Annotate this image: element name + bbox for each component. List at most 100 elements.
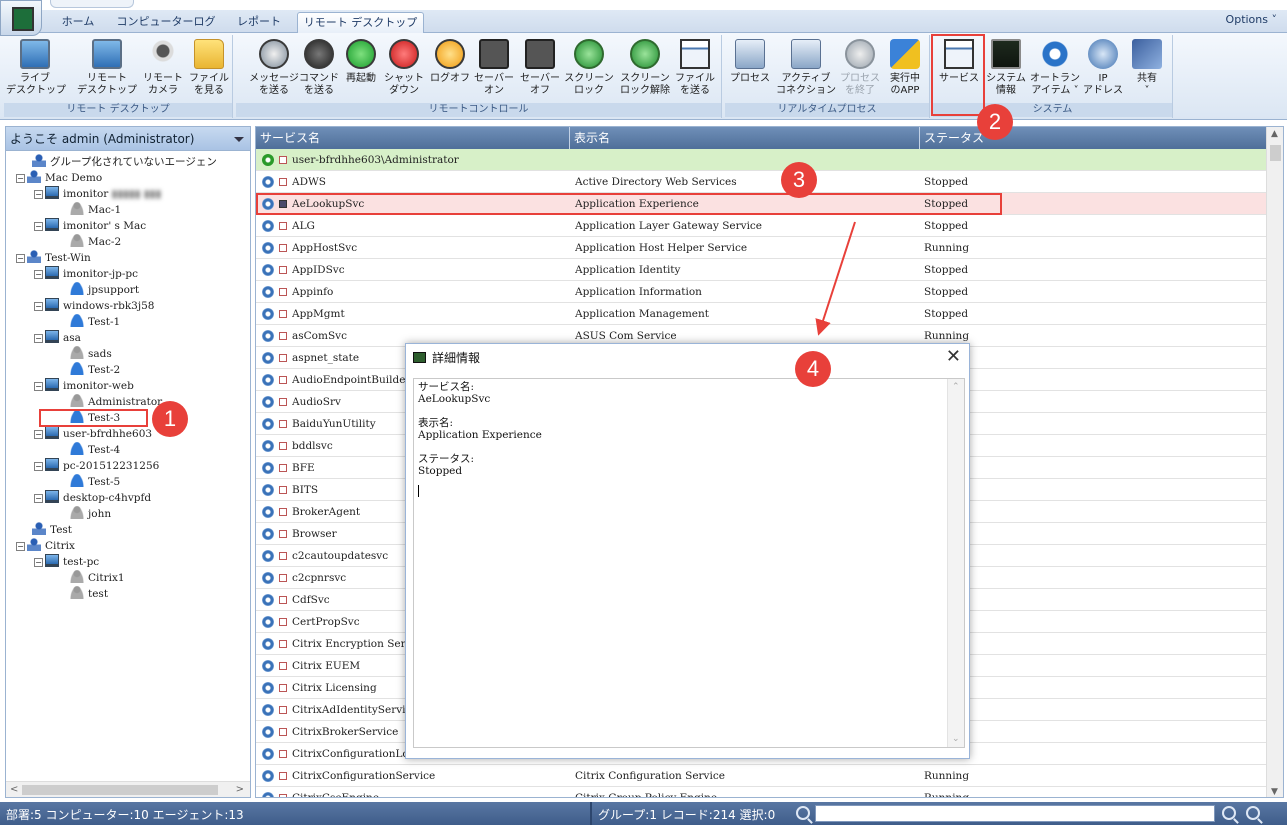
collapse-icon[interactable]: −	[34, 430, 43, 439]
collapse-icon[interactable]: −	[34, 382, 43, 391]
tree-node-test-win[interactable]: − Test-Win	[16, 250, 91, 266]
tree-node-computer[interactable]: − pc-201512231256	[34, 458, 159, 474]
collapse-icon[interactable]: −	[16, 542, 25, 551]
running-app-button[interactable]: 実行中 のAPP	[883, 39, 927, 105]
tree-node-agent[interactable]: Test-2	[70, 362, 120, 378]
collapse-icon[interactable]: −	[16, 174, 25, 183]
search-icon[interactable]	[796, 806, 810, 820]
row-checkbox[interactable]	[279, 354, 287, 362]
process-button[interactable]: プロセス	[727, 39, 773, 105]
zoom-out-icon[interactable]	[1246, 806, 1260, 820]
share-button[interactable]: 共有 ˅	[1125, 39, 1169, 105]
row-checkbox[interactable]	[279, 574, 287, 582]
tree-node-computer[interactable]: − imonitor-jp-pc	[34, 266, 138, 282]
tree-node-agent[interactable]: Administrator	[70, 394, 162, 410]
screensaver-on-button[interactable]: セーバー オン	[472, 39, 516, 105]
row-checkbox[interactable]	[279, 442, 287, 450]
active-connections-button[interactable]: アクティブ コネクション	[773, 39, 839, 105]
live-desktop-button[interactable]: ライブ デスクトップ	[6, 39, 66, 105]
row-checkbox[interactable]	[279, 684, 287, 692]
tree-node-computer[interactable]: − imonitor' s Mac	[34, 218, 146, 234]
ip-address-button[interactable]: IP アドレス	[1083, 39, 1123, 105]
table-row[interactable]: CitrixConfigurationService Citrix Configu…	[256, 765, 1268, 787]
row-checkbox[interactable]	[279, 640, 287, 648]
collapse-icon[interactable]: −	[34, 190, 43, 199]
table-row[interactable]: CitrixCseEngine Citrix Group Policy Engin…	[256, 787, 1268, 797]
tree-horizontal-scrollbar[interactable]: < >	[6, 781, 250, 797]
row-checkbox[interactable]	[279, 486, 287, 494]
restart-button[interactable]: 再起動	[342, 39, 380, 105]
collapse-icon[interactable]: −	[34, 270, 43, 279]
tree-node-agent[interactable]: Citrix1	[70, 570, 125, 586]
row-checkbox[interactable]	[279, 310, 287, 318]
send-file-button[interactable]: ファイル を送る	[672, 39, 718, 105]
options-menu[interactable]: Options ˅	[1226, 13, 1277, 26]
table-row[interactable]: Appinfo Application Information Stopped	[256, 281, 1268, 303]
row-checkbox[interactable]	[279, 508, 287, 516]
dialog-scrollbar[interactable]: ⌃ ⌄	[947, 379, 964, 747]
tree-node-agent[interactable]: Test-5	[70, 474, 120, 490]
collapse-icon[interactable]: −	[34, 462, 43, 471]
column-service-name[interactable]: サービス名	[256, 127, 570, 149]
logoff-button[interactable]: ログオフ	[428, 39, 472, 105]
row-checkbox[interactable]	[279, 332, 287, 340]
collapse-icon[interactable]: −	[34, 222, 43, 231]
tree-node-computer[interactable]: − imonitor-web	[34, 378, 134, 394]
detail-text-area[interactable]: サービス名: AeLookupSvc 表示名: Application Expe…	[413, 378, 965, 748]
scroll-down-icon[interactable]: ⌄	[952, 733, 960, 745]
tab-remote-desktop[interactable]: リモート デスクトップ	[297, 12, 424, 34]
row-checkbox[interactable]	[279, 288, 287, 296]
tab-home[interactable]: ホーム	[50, 12, 106, 33]
tree-node-agent[interactable]: Test-1	[70, 314, 120, 330]
row-checkbox[interactable]	[279, 266, 287, 274]
row-checkbox[interactable]	[279, 244, 287, 252]
row-checkbox[interactable]	[279, 222, 287, 230]
app-menu-button[interactable]	[0, 0, 42, 36]
scroll-up-icon[interactable]: ⌃	[952, 381, 960, 393]
scroll-thumb[interactable]	[1270, 145, 1281, 161]
tree-node-agent[interactable]: Mac-1	[70, 202, 121, 218]
screen-unlock-button[interactable]: スクリーン ロック解除	[618, 39, 672, 105]
chevron-down-icon[interactable]	[234, 137, 244, 142]
screensaver-off-button[interactable]: セーバー オフ	[518, 39, 562, 105]
tree-node-computer[interactable]: − windows-rbk3j58	[34, 298, 154, 314]
collapse-icon[interactable]: −	[34, 558, 43, 567]
scroll-thumb[interactable]	[22, 785, 218, 795]
row-checkbox[interactable]	[279, 398, 287, 406]
tree-node-citrix[interactable]: − Citrix	[16, 538, 75, 554]
tree-node-agent[interactable]: Mac-2	[70, 234, 121, 250]
close-icon[interactable]: ✕	[946, 344, 961, 370]
tree-node-agent[interactable]: test	[70, 586, 108, 602]
group-row[interactable]: user-bfrdhhe603\Administrator	[256, 149, 1268, 171]
row-checkbox[interactable]	[279, 178, 287, 186]
row-checkbox[interactable]	[279, 794, 287, 797]
tab-report[interactable]: レポート	[228, 12, 290, 33]
tree-node-agent[interactable]: jpsupport	[70, 282, 139, 298]
remote-desktop-button[interactable]: リモート デスクトップ	[76, 39, 138, 105]
column-display-name[interactable]: 表示名	[570, 127, 920, 149]
zoom-in-icon[interactable]	[1222, 806, 1236, 820]
system-info-button[interactable]: システム 情報	[983, 39, 1029, 105]
row-checkbox[interactable]	[279, 750, 287, 758]
row-checkbox[interactable]	[279, 376, 287, 384]
shutdown-button[interactable]: シャット ダウン	[382, 39, 426, 105]
collapse-icon[interactable]: −	[34, 302, 43, 311]
row-checkbox[interactable]	[279, 596, 287, 604]
row-checkbox[interactable]	[279, 156, 287, 164]
table-row[interactable]: ALG Application Layer Gateway Service Stop…	[256, 215, 1268, 237]
tree-node-mac-demo[interactable]: − Mac Demo	[16, 170, 102, 186]
tree-node-ungrouped[interactable]: グループ化されていないエージェン	[32, 154, 217, 170]
tree-node-agent[interactable]: Test-4	[70, 442, 120, 458]
row-checkbox[interactable]	[279, 772, 287, 780]
collapse-icon[interactable]: −	[34, 494, 43, 503]
row-checkbox[interactable]	[279, 662, 287, 670]
row-checkbox[interactable]	[279, 552, 287, 560]
autorun-items-button[interactable]: オートラン アイテム ˅	[1027, 39, 1083, 105]
tree-node-test[interactable]: Test	[32, 522, 72, 538]
tree-node-computer[interactable]: − asa	[34, 330, 81, 346]
row-checkbox[interactable]	[279, 706, 287, 714]
tree-node-agent[interactable]: john	[70, 506, 111, 522]
search-input[interactable]	[815, 805, 1215, 822]
tree-node-agent[interactable]: sads	[70, 346, 112, 362]
collapse-icon[interactable]: −	[16, 254, 25, 263]
